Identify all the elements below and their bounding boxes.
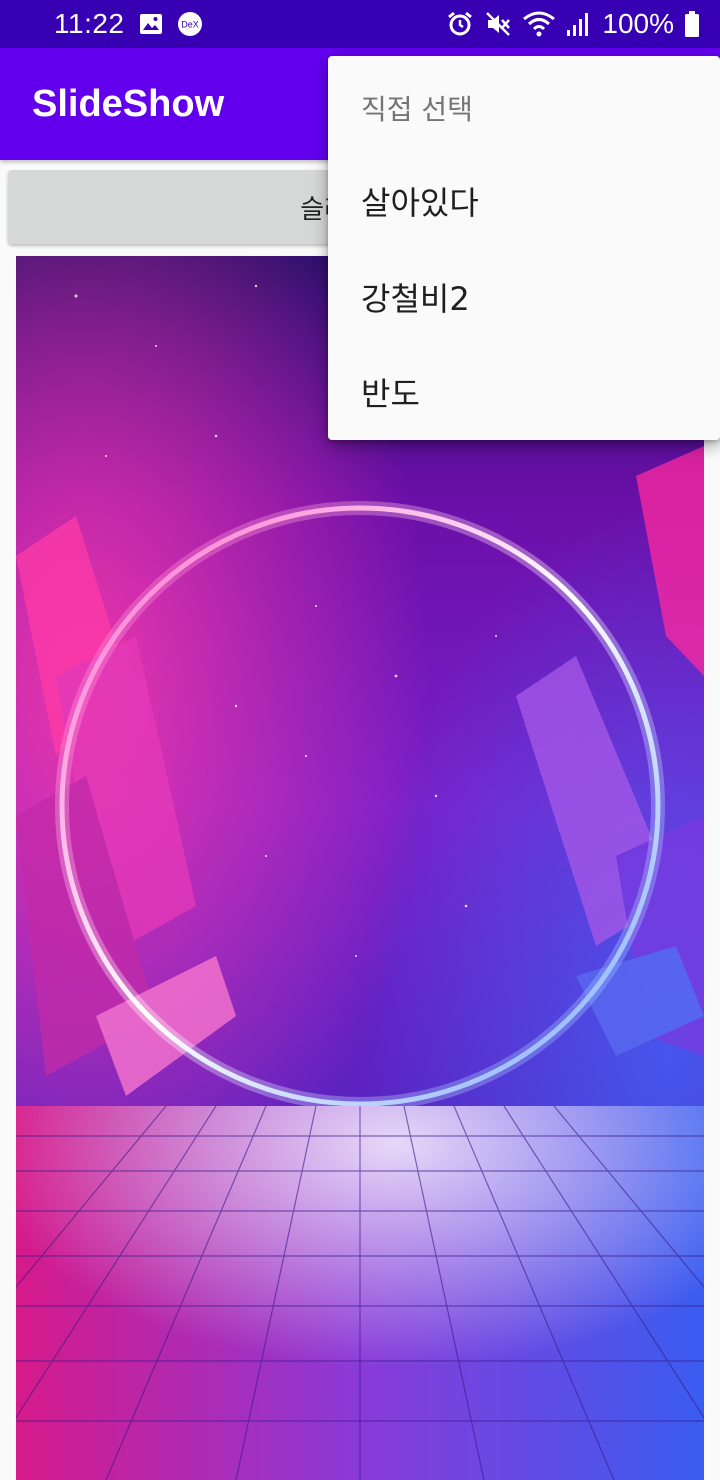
menu-header: 직접 선택 <box>361 93 473 126</box>
menu-item-peninsula[interactable]: 반도 <box>361 345 701 439</box>
alarm-icon <box>446 10 474 38</box>
wifi-icon <box>522 10 556 38</box>
menu-item-steel-rain-2[interactable]: 강철비2 <box>361 250 701 344</box>
status-time: 11:22 <box>54 8 125 39</box>
menu-item-label: 살아있다 <box>361 184 479 222</box>
status-left: 11:22 DeX <box>54 8 203 40</box>
app-title: SlideShow <box>32 82 225 125</box>
menu-item-label: 반도 <box>361 375 420 413</box>
mute-icon <box>484 10 512 38</box>
signal-icon <box>566 10 592 38</box>
popup-menu: 직접 선택 살아있다 강철비2 반도 <box>328 56 720 440</box>
menu-item-alive[interactable]: 살아있다 <box>361 154 701 248</box>
dex-icon: DeX <box>177 11 203 37</box>
battery-percent: 100% <box>602 8 674 39</box>
status-bar: 11:22 DeX 100% <box>0 0 720 48</box>
menu-item-label: 강철비2 <box>361 280 470 318</box>
battery-icon <box>684 10 700 38</box>
status-right: 100% <box>446 8 700 40</box>
image-icon <box>139 12 163 36</box>
dex-icon-label: DeX <box>181 20 199 30</box>
